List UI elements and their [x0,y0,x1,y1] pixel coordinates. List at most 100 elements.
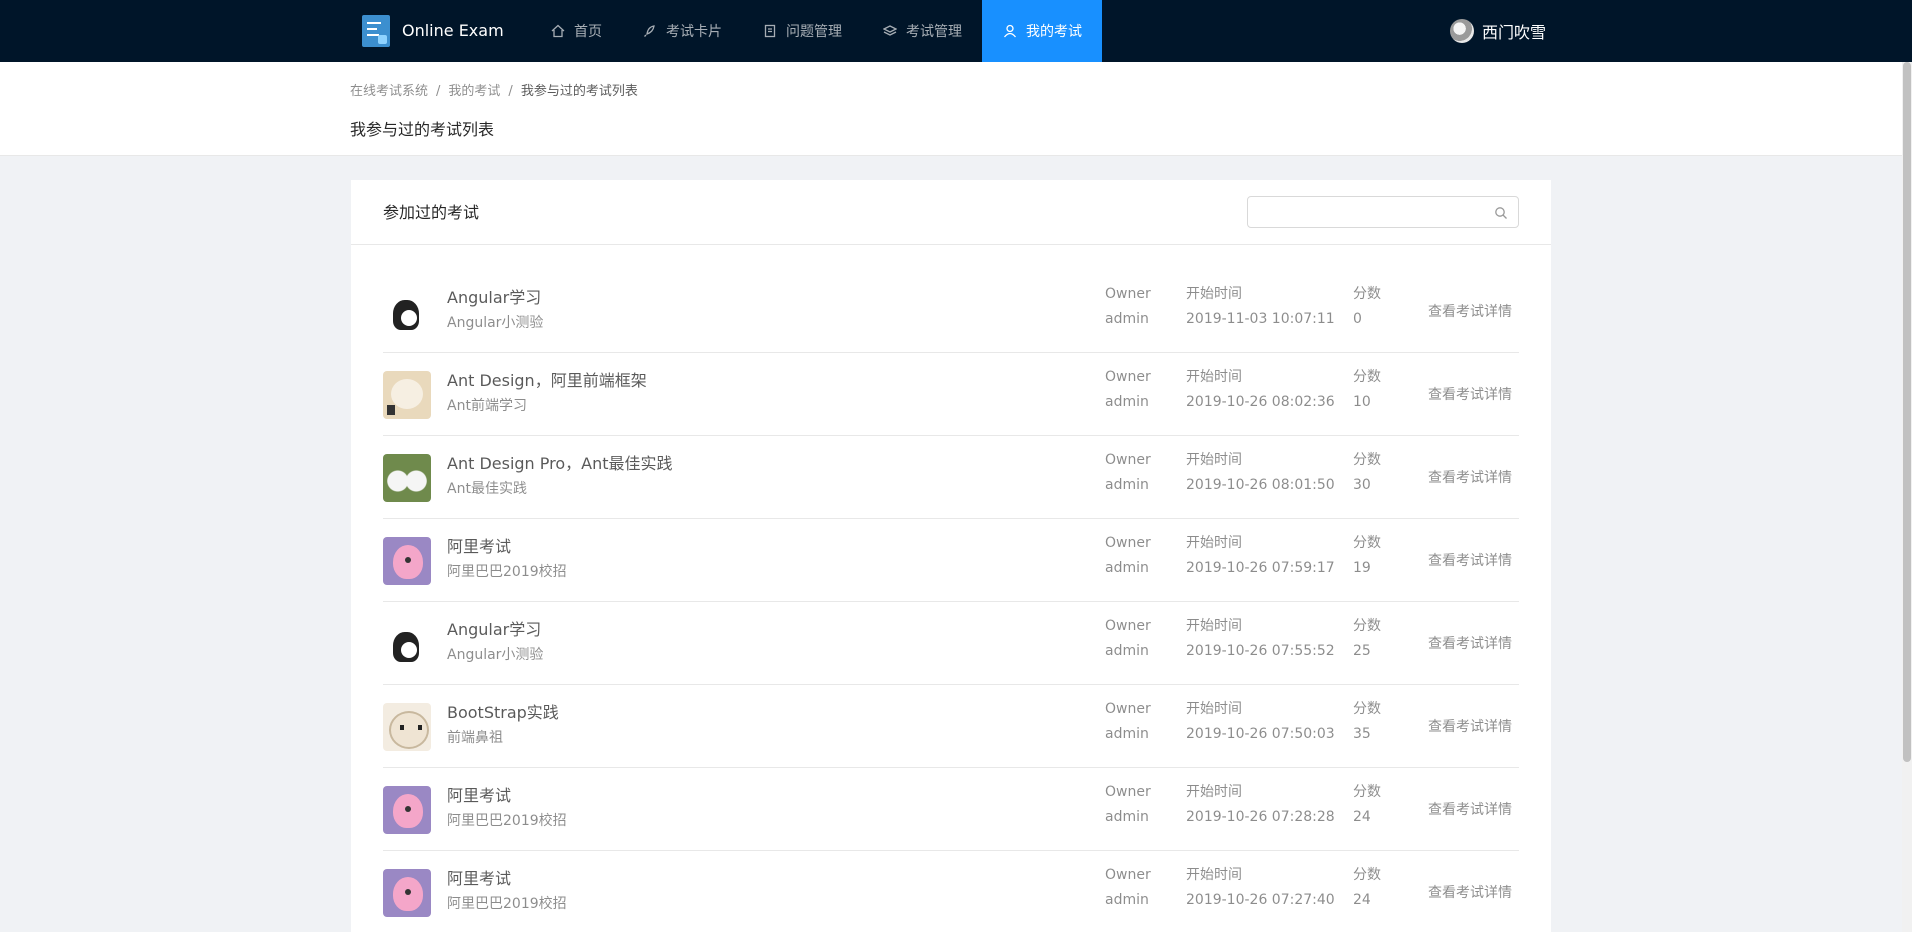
start-time-column: 开始时间 2019-11-03 10:07:11 [1186,284,1335,329]
view-exam-detail-link[interactable]: 查看考试详情 [1428,716,1512,736]
view-exam-detail-link[interactable]: 查看考试详情 [1428,467,1512,487]
top-navbar: Online Exam 首页 考试卡片 问题管理 考试管理 我的考试 西门吹雪 [0,0,1912,62]
list-item: Ant Design Pro，Ant最佳实践 Ant最佳实践 Owner admi… [383,436,1519,519]
start-time-value: 2019-10-26 08:02:36 [1186,394,1335,410]
view-exam-detail-link[interactable]: 查看考试详情 [1428,633,1512,653]
nav-item-home[interactable]: 首页 [530,0,622,62]
exam-subtitle: Ant前端学习 [447,398,527,414]
exam-title[interactable]: Ant Design Pro，Ant最佳实践 [447,450,673,474]
exam-thumbnail [383,454,431,502]
exam-thumbnail [383,620,431,668]
score-label: 分数 [1353,701,1381,717]
exam-subtitle: Ant最佳实践 [447,481,527,497]
owner-label: Owner [1105,784,1151,800]
score-label: 分数 [1353,286,1381,302]
nav-label: 首页 [574,24,602,40]
exam-history-card: 参加过的考试 Angular学习 Angular小测验 Owner admin 开… [351,180,1551,932]
breadcrumb-item-home[interactable]: 在线考试系统 [350,84,428,99]
exam-title[interactable]: 阿里考试 [447,865,511,889]
exam-list: Angular学习 Angular小测验 Owner admin 开始时间 2019… [383,270,1519,932]
score-value: 24 [1353,892,1371,908]
exam-title[interactable]: 阿里考试 [447,533,511,557]
card-title: 参加过的考试 [383,203,480,222]
owner-label: Owner [1105,369,1151,385]
breadcrumb-separator: / [508,84,513,99]
owner-value: admin [1105,809,1149,825]
score-label: 分数 [1353,369,1381,385]
start-time-column: 开始时间 2019-10-26 07:55:52 [1186,616,1335,661]
owner-label: Owner [1105,286,1151,302]
owner-label: Owner [1105,701,1151,717]
nav-item-exam-management[interactable]: 考试管理 [862,0,982,62]
exam-title[interactable]: BootStrap实践 [447,699,559,723]
breadcrumb: 在线考试系统 / 我的考试 / 我参与过的考试列表 [350,80,638,99]
owner-label: Owner [1105,535,1151,551]
nav-item-my-exams[interactable]: 我的考试 [982,0,1102,62]
list-item: BootStrap实践 前端鼻祖 Owner admin 开始时间 2019-10-… [383,685,1519,768]
rocket-icon [642,23,658,39]
page-header: 在线考试系统 / 我的考试 / 我参与过的考试列表 我参与过的考试列表 [0,62,1912,156]
exam-subtitle: 阿里巴巴2019校招 [447,896,567,912]
view-exam-detail-link[interactable]: 查看考试详情 [1428,384,1512,404]
list-item: Angular学习 Angular小测验 Owner admin 开始时间 2019… [383,602,1519,685]
start-time-column: 开始时间 2019-10-26 08:02:36 [1186,367,1335,412]
exam-thumbnail [383,371,431,419]
page-scrollbar[interactable] [1902,62,1912,932]
start-time-value: 2019-10-26 07:28:28 [1186,809,1335,825]
list-item: 阿里考试 阿里巴巴2019校招 Owner admin 开始时间 2019-10-2… [383,768,1519,851]
scrollbar-thumb[interactable] [1903,62,1911,762]
score-column: 分数 25 [1353,616,1381,661]
start-time-value: 2019-10-26 07:55:52 [1186,643,1335,659]
start-time-value: 2019-10-26 07:27:40 [1186,892,1335,908]
start-time-label: 开始时间 [1186,701,1242,717]
owner-value: admin [1105,643,1149,659]
app-logo-icon[interactable] [362,15,390,47]
score-column: 分数 35 [1353,699,1381,744]
start-time-label: 开始时间 [1186,618,1242,634]
start-time-label: 开始时间 [1186,369,1242,385]
exam-title[interactable]: 阿里考试 [447,782,511,806]
owner-value: admin [1105,560,1149,576]
search-box [1247,196,1519,228]
view-exam-detail-link[interactable]: 查看考试详情 [1428,301,1512,321]
user-name: 西门吹雪 [1482,23,1547,42]
view-exam-detail-link[interactable]: 查看考试详情 [1428,550,1512,570]
owner-value: admin [1105,892,1149,908]
view-exam-detail-link[interactable]: 查看考试详情 [1428,799,1512,819]
list-item: Angular学习 Angular小测验 Owner admin 开始时间 2019… [383,270,1519,353]
user-menu[interactable]: 西门吹雪 [1450,0,1546,62]
nav-item-exam-cards[interactable]: 考试卡片 [622,0,742,62]
layers-icon [882,23,898,39]
start-time-column: 开始时间 2019-10-26 07:50:03 [1186,699,1335,744]
owner-column: Owner admin [1105,616,1151,661]
search-icon[interactable] [1494,205,1508,219]
card-header: 参加过的考试 [351,180,1551,245]
start-time-label: 开始时间 [1186,286,1242,302]
exam-title[interactable]: Ant Design，阿里前端框架 [447,367,647,391]
score-column: 分数 19 [1353,533,1381,578]
score-column: 分数 10 [1353,367,1381,412]
page-title: 我参与过的考试列表 [350,120,495,139]
exam-title[interactable]: Angular学习 [447,616,541,640]
exam-thumbnail [383,537,431,585]
exam-subtitle: Angular小测验 [447,647,544,663]
start-time-column: 开始时间 2019-10-26 07:28:28 [1186,782,1335,827]
start-time-label: 开始时间 [1186,452,1242,468]
score-label: 分数 [1353,452,1381,468]
breadcrumb-item-my-exams[interactable]: 我的考试 [448,84,500,99]
search-input[interactable] [1259,197,1479,227]
exam-title[interactable]: Angular学习 [447,284,541,308]
nav-label: 考试卡片 [666,24,722,40]
exam-thumbnail [383,786,431,834]
nav-item-question-management[interactable]: 问题管理 [742,0,862,62]
score-value: 25 [1353,643,1371,659]
start-time-value: 2019-10-26 07:59:17 [1186,560,1335,576]
score-value: 35 [1353,726,1371,742]
exam-thumbnail [383,869,431,917]
app-name[interactable]: Online Exam [402,0,504,62]
owner-column: Owner admin [1105,533,1151,578]
view-exam-detail-link[interactable]: 查看考试详情 [1428,882,1512,902]
owner-column: Owner admin [1105,450,1151,495]
start-time-label: 开始时间 [1186,535,1242,551]
start-time-column: 开始时间 2019-10-26 07:59:17 [1186,533,1335,578]
